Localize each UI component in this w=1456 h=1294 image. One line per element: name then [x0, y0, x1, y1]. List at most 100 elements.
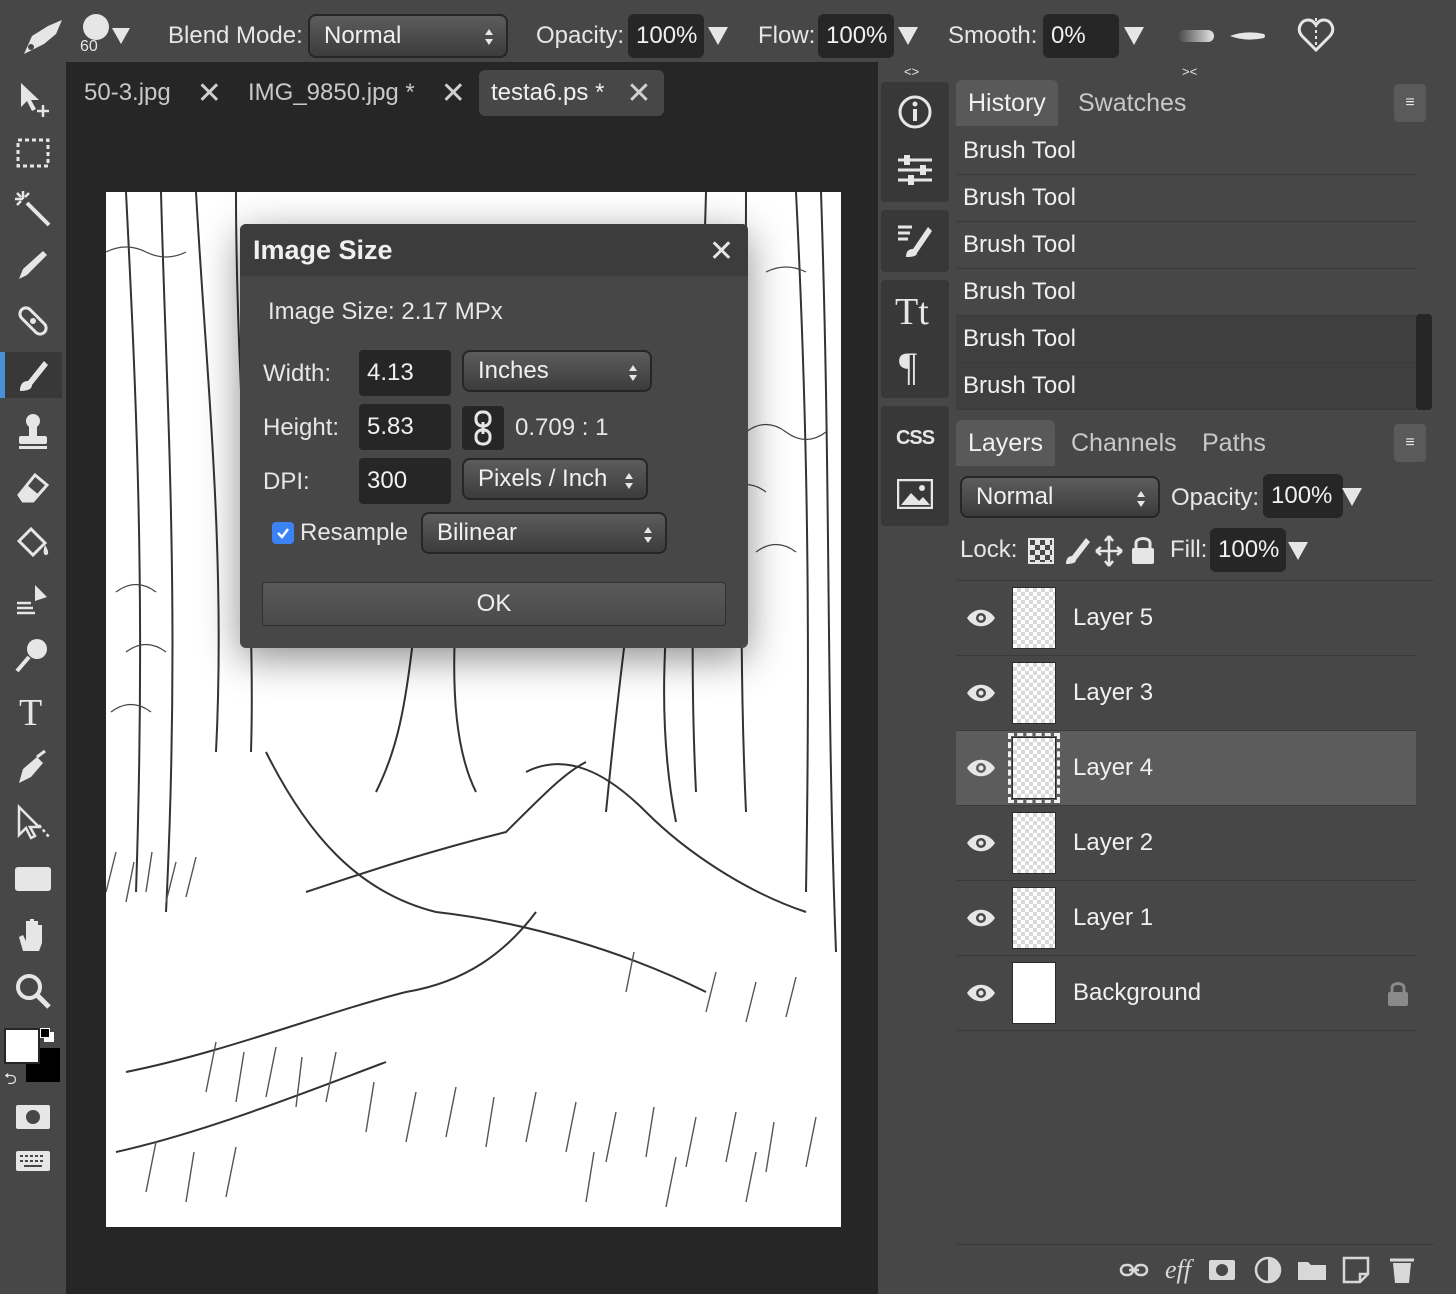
eraser-icon[interactable] [8, 464, 58, 510]
eye-icon[interactable] [966, 830, 996, 856]
lock-transparency-icon[interactable] [1028, 538, 1054, 564]
eye-icon[interactable] [966, 605, 996, 631]
color-swatches[interactable]: ⮌ [4, 1028, 64, 1088]
layer-row[interactable]: Layer 2 [956, 806, 1416, 881]
smudge-tool-icon[interactable] [8, 576, 58, 622]
flow-field[interactable]: 100% [818, 14, 894, 58]
ok-button[interactable]: OK [262, 582, 726, 626]
keyboard-icon[interactable] [8, 1138, 58, 1184]
hard-brush-icon[interactable] [1228, 14, 1266, 58]
layer-row[interactable]: Layer 1 [956, 881, 1416, 956]
image-icon[interactable] [895, 474, 935, 514]
new-folder-icon[interactable] [1296, 1255, 1328, 1285]
brush-size-picker[interactable]: 60 [80, 14, 109, 58]
soft-brush-icon[interactable] [1178, 14, 1214, 58]
layer-row[interactable]: Layer 5 [956, 581, 1416, 656]
trash-icon[interactable] [1386, 1255, 1418, 1285]
tab-testa6[interactable]: testa6.ps * ✕ [479, 70, 664, 116]
path-select-icon[interactable] [8, 800, 58, 846]
adjustment-layer-icon[interactable] [1252, 1255, 1284, 1285]
flow-value[interactable]: 100% [818, 14, 894, 58]
brush-tool-icon[interactable] [18, 14, 68, 58]
tab-history[interactable]: History [956, 80, 1058, 126]
history-item[interactable]: Brush Tool [956, 316, 1416, 363]
brush-settings-icon[interactable] [895, 220, 935, 260]
lock-position-icon[interactable] [1094, 534, 1124, 573]
paint-bucket-icon[interactable] [8, 520, 58, 566]
clone-stamp-icon[interactable] [8, 408, 58, 454]
smooth-value[interactable]: 0% [1043, 14, 1119, 58]
dialog-title-bar[interactable]: Image Size ✕ [240, 224, 748, 276]
paragraph-icon[interactable]: ¶ [895, 346, 935, 386]
info-icon[interactable] [895, 92, 935, 132]
pencil-spot-tool-icon[interactable] [8, 242, 58, 288]
adjustments-sliders-icon[interactable] [895, 150, 935, 190]
tab-50-3[interactable]: 50-3.jpg ✕ [84, 70, 222, 116]
link-layers-icon[interactable] [1118, 1255, 1150, 1285]
close-icon[interactable]: ✕ [197, 76, 222, 111]
zoom-tool-icon[interactable] [8, 968, 58, 1014]
smooth-field[interactable]: 0% [1043, 14, 1119, 58]
layer-opacity-dropdown-icon[interactable] [1342, 488, 1362, 511]
eye-icon[interactable] [966, 680, 996, 706]
collapse-toggle-icon[interactable]: <> [904, 64, 919, 79]
history-item[interactable]: Brush Tool [956, 175, 1416, 222]
layer-row[interactable]: Layer 3 [956, 656, 1416, 731]
close-icon[interactable]: ✕ [709, 234, 734, 269]
layer-blend-mode-select[interactable]: Normal [960, 476, 1160, 518]
tab-paths[interactable]: Paths [1190, 420, 1278, 466]
character-icon[interactable]: Tt [895, 290, 935, 330]
eye-icon[interactable] [966, 755, 996, 781]
history-scrollbar[interactable] [1416, 314, 1432, 410]
history-item[interactable]: Brush Tool [956, 128, 1416, 175]
history-item[interactable]: Brush Tool [956, 363, 1416, 410]
dpi-input[interactable]: 300 [359, 458, 451, 504]
collapse-toggle-icon[interactable]: >< [1182, 64, 1197, 79]
close-icon[interactable]: ✕ [441, 76, 466, 111]
brush-tool-icon[interactable] [0, 352, 62, 398]
css-icon[interactable]: CSS [895, 418, 935, 458]
opacity-field[interactable]: 100% [628, 14, 704, 58]
opacity-value[interactable]: 100% [628, 14, 704, 58]
swap-colors-icon[interactable]: ⮌ [4, 1068, 17, 1095]
history-item[interactable]: Brush Tool [956, 269, 1416, 316]
add-mask-icon[interactable] [1206, 1255, 1238, 1285]
history-item[interactable]: Brush Tool [956, 222, 1416, 269]
foreground-color-swatch[interactable] [4, 1028, 40, 1064]
blend-mode-select[interactable]: Normal [308, 14, 508, 58]
height-input[interactable]: 5.83 [359, 404, 451, 450]
close-icon[interactable]: ✕ [626, 76, 651, 111]
chain-link-icon[interactable] [462, 406, 504, 450]
symmetry-heart-icon[interactable] [1296, 14, 1336, 58]
smooth-dropdown-icon[interactable] [1124, 14, 1144, 58]
width-unit-select[interactable]: Inches [462, 350, 652, 392]
eye-icon[interactable] [966, 905, 996, 931]
tab-img-9850[interactable]: IMG_9850.jpg * ✕ [248, 70, 466, 116]
move-tool-icon[interactable] [8, 76, 58, 122]
lock-all-icon[interactable] [1130, 534, 1156, 571]
layer-row[interactable]: Background [956, 956, 1416, 1031]
tab-channels[interactable]: Channels [1059, 420, 1189, 466]
opacity-dropdown-icon[interactable] [708, 14, 728, 58]
default-colors-icon[interactable] [40, 1028, 56, 1044]
resample-method-select[interactable]: Bilinear [421, 512, 667, 554]
resample-checkbox[interactable] [272, 522, 294, 544]
lock-pixels-icon[interactable] [1062, 534, 1092, 573]
pen-tool-icon[interactable] [8, 744, 58, 790]
healing-bandage-icon[interactable] [8, 298, 58, 344]
fill-dropdown-icon[interactable] [1288, 542, 1308, 565]
tab-swatches[interactable]: Swatches [1066, 80, 1198, 126]
marquee-tool-icon[interactable] [8, 130, 58, 176]
eye-icon[interactable] [966, 980, 996, 1006]
width-input[interactable]: 4.13 [359, 350, 451, 396]
tab-layers[interactable]: Layers [956, 420, 1056, 466]
quick-mask-icon[interactable] [8, 1094, 58, 1140]
dpi-unit-select[interactable]: Pixels / Inch [462, 458, 648, 500]
panel-menu-icon[interactable]: ≡ [1394, 424, 1426, 462]
fill-value[interactable]: 100% [1210, 528, 1286, 572]
brush-size-dropdown-icon[interactable] [112, 14, 130, 58]
effects-icon[interactable]: eff [1162, 1255, 1194, 1285]
type-tool-icon[interactable]: T [8, 688, 58, 734]
rectangle-shape-icon[interactable] [8, 856, 58, 902]
layer-opacity-value[interactable]: 100% [1263, 474, 1343, 518]
